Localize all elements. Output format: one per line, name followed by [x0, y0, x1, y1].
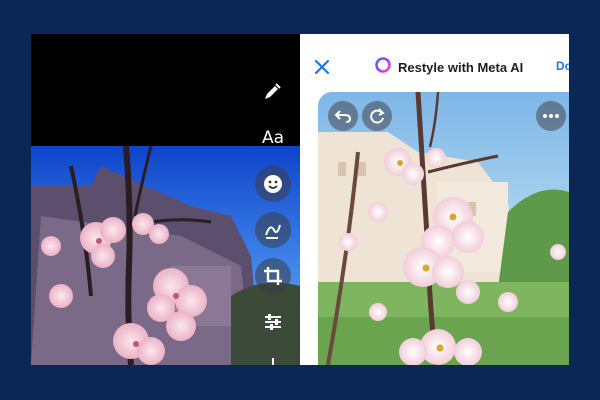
refresh-icon[interactable] [362, 101, 392, 131]
undo-icon[interactable] [328, 101, 358, 131]
restyle-title-group: Restyle with Meta AI [374, 56, 523, 78]
done-button[interactable]: Do [556, 59, 569, 73]
restyle-header: Restyle with Meta AI Do [300, 34, 569, 92]
text-tool-label: Aa [261, 128, 285, 148]
sticker-icon[interactable] [255, 166, 291, 202]
more-tools-icon[interactable] [255, 344, 291, 365]
pen-icon[interactable] [254, 74, 290, 110]
meta-ai-ring-icon [374, 56, 392, 78]
close-icon[interactable] [310, 55, 334, 79]
restyled-photo [318, 92, 569, 365]
more-icon[interactable] [536, 101, 566, 131]
restyle-panel: Restyle with Meta AI Do [300, 34, 569, 365]
restyle-title: Restyle with Meta AI [398, 59, 524, 75]
screenshot-frame: Aa Restyle with Meta AI Do [31, 34, 569, 365]
adjust-icon[interactable] [255, 304, 291, 340]
original-editor-panel: Aa [31, 34, 300, 365]
crop-icon[interactable] [255, 258, 291, 294]
doodle-icon[interactable] [255, 212, 291, 248]
text-tool-button[interactable]: Aa [255, 120, 291, 156]
